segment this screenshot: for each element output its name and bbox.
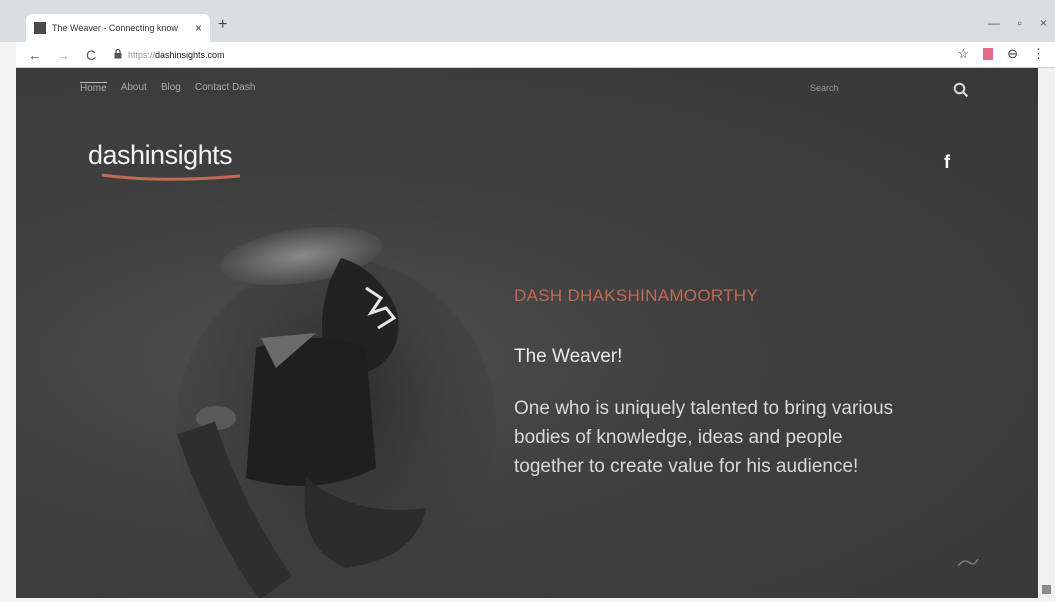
profile-icon[interactable]: ⊖ — [1007, 46, 1018, 62]
logo-dash: dash — [88, 140, 145, 170]
back-button[interactable]: ← — [26, 47, 44, 63]
tab-close-icon[interactable]: × — [195, 21, 202, 35]
nav-about[interactable]: About — [121, 82, 147, 94]
tab-bar: The Weaver - Connecting know × + — ▫ × — [0, 0, 1055, 42]
site-nav: Home About Blog Contact Dash — [80, 82, 255, 94]
restore-button[interactable]: ▫ — [1018, 16, 1022, 30]
nav-blog[interactable]: Blog — [161, 82, 181, 94]
address-bar-actions: ☆ ⊖ ⋮ — [957, 46, 1045, 62]
lock-icon — [114, 48, 122, 61]
site-search-input[interactable]: Search — [810, 83, 839, 93]
scroll-down-icon[interactable] — [1042, 585, 1051, 594]
url-field[interactable]: https:// dashinsights.com — [114, 48, 225, 61]
minimize-button[interactable]: — — [988, 16, 1000, 30]
hero-name: DASH DHAKSHINAMOORTHY — [514, 286, 759, 305]
browser-menu-icon[interactable]: ⋮ — [1032, 46, 1045, 62]
url-protocol: https:// — [128, 49, 156, 60]
signature-icon — [957, 558, 979, 567]
reload-button[interactable]: C — [82, 47, 100, 63]
logo-insights: insights — [144, 140, 233, 170]
browser-tab[interactable]: The Weaver - Connecting know × — [26, 14, 210, 42]
page-scrollbar[interactable] — [1038, 68, 1055, 598]
nav-contact[interactable]: Contact Dash — [195, 82, 256, 94]
tab-title: The Weaver - Connecting know — [52, 23, 178, 33]
forward-button[interactable]: → — [54, 47, 72, 63]
logo-swoosh-icon — [101, 173, 241, 181]
facebook-icon[interactable]: f — [944, 152, 950, 173]
hero-description: One who is uniquely talented to bring va… — [514, 398, 894, 477]
extension-icon[interactable] — [983, 48, 994, 60]
site-logo[interactable]: dashinsights — [88, 140, 233, 171]
hero-section: Home About Blog Contact Dash Search dash… — [16, 68, 1038, 598]
new-tab-button[interactable]: + — [218, 16, 227, 34]
url-host: dashinsights.com — [155, 49, 225, 60]
address-bar: ← → C https:// dashinsights.com ☆ ⊖ ⋮ — [16, 42, 1055, 68]
search-icon[interactable] — [953, 82, 969, 103]
close-window-button[interactable]: × — [1040, 16, 1047, 30]
window-controls: — ▫ × — [988, 16, 1047, 30]
bookmark-star-icon[interactable]: ☆ — [957, 46, 969, 62]
portrait-image — [176, 226, 496, 598]
browser-window: The Weaver - Connecting know × + — ▫ × ←… — [0, 0, 1055, 602]
nav-home[interactable]: Home — [80, 82, 107, 94]
favicon-icon — [34, 22, 46, 34]
hero-tagline: The Weaver! — [514, 346, 623, 367]
